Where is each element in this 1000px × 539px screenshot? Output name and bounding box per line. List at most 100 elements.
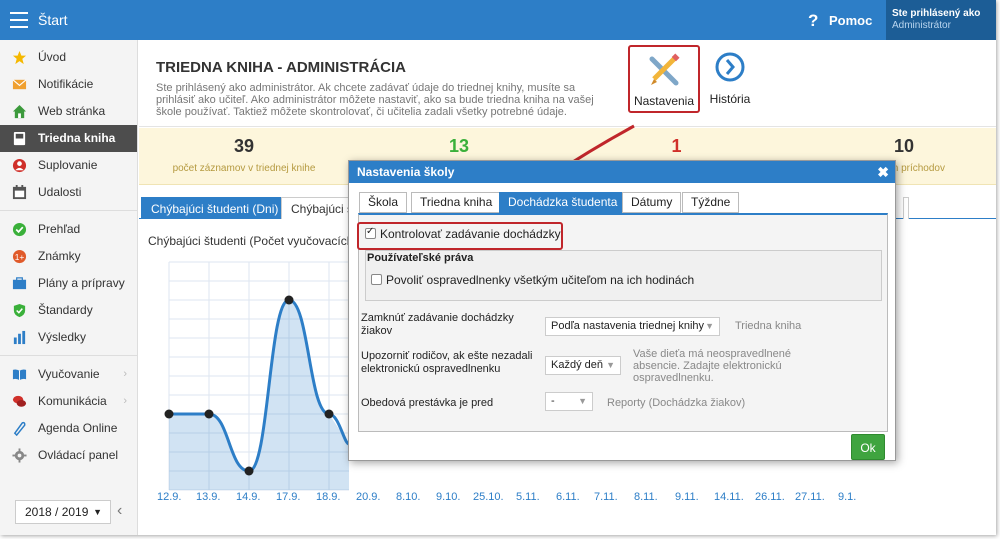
sidebar-item-label: Vyučovanie bbox=[38, 367, 100, 381]
book-icon bbox=[13, 131, 26, 146]
person-icon bbox=[12, 158, 27, 173]
allow-excuse-checkbox[interactable] bbox=[371, 274, 382, 285]
stat-value: 10 bbox=[893, 136, 915, 156]
sidebar-item-label: Ovládací panel bbox=[38, 448, 119, 462]
sidebar-item-label: Štandardy bbox=[38, 303, 93, 317]
x-tick-label: 14.11. bbox=[714, 491, 744, 503]
sidebar-item-notifikacie[interactable]: Notifikácie bbox=[0, 71, 137, 98]
chart-point bbox=[324, 409, 334, 419]
school-year-select[interactable]: 2018 / 2019 ▼ bbox=[15, 500, 111, 524]
tab-tyzdne[interactable]: Týždne bbox=[682, 192, 740, 213]
chart-point bbox=[284, 295, 294, 305]
settings-button[interactable]: Nastavenia bbox=[628, 45, 700, 113]
settings-label: Nastavenia bbox=[633, 94, 695, 108]
lock-select[interactable]: Podľa nastavenia triednej knihy ▼ bbox=[545, 317, 720, 336]
sidebar-item-ovladaci-panel[interactable]: Ovládací panel bbox=[0, 442, 137, 469]
sidebar-item-znamky[interactable]: 1+ Známky bbox=[0, 243, 137, 270]
lunch-label: Obedová prestávka je pred bbox=[361, 397, 494, 409]
sidebar-item-triedna-kniha[interactable]: Triedna kniha bbox=[0, 125, 137, 152]
envelope-icon bbox=[12, 79, 27, 90]
x-tick-label: 9.1. bbox=[838, 491, 857, 503]
sidebar-item-label: Web stránka bbox=[38, 104, 106, 118]
user-box[interactable]: Ste prihlásený ako Administrátor bbox=[886, 0, 996, 40]
notify-value: Každý deň bbox=[551, 359, 603, 371]
lunch-select[interactable]: - ▼ bbox=[545, 392, 593, 411]
sidebar-item-standardy[interactable]: Štandardy bbox=[0, 297, 137, 324]
sidebar: Úvod Notifikácie Web stránka Triedna kni… bbox=[0, 40, 138, 535]
tab-dochadzka-studenta[interactable]: Dochádzka študenta bbox=[499, 192, 627, 213]
collapse-sidebar-icon[interactable]: ‹ bbox=[117, 502, 122, 520]
gear-icon bbox=[12, 448, 27, 463]
tab-missing-days[interactable]: Chýbajúci študenti (Dni) bbox=[141, 197, 289, 219]
home-icon bbox=[12, 104, 27, 119]
lock-value: Podľa nastavenia triednej knihy bbox=[551, 320, 705, 332]
start-link[interactable]: Štart bbox=[38, 12, 68, 28]
tools-icon bbox=[649, 53, 680, 86]
notify-select[interactable]: Každý deň ▼ bbox=[545, 356, 621, 375]
history-label: História bbox=[709, 92, 751, 106]
chart-point bbox=[204, 409, 214, 419]
x-tick-label: 17.9. bbox=[276, 491, 301, 503]
x-tick-label: 13.9. bbox=[196, 491, 221, 503]
sidebar-item-label: Prehľad bbox=[38, 222, 81, 236]
pen-icon bbox=[13, 421, 26, 436]
sidebar-item-prehlad[interactable]: Prehľad bbox=[0, 216, 137, 243]
sidebar-item-vysledky[interactable]: Výsledky bbox=[0, 324, 137, 351]
stat-value: 13 bbox=[448, 136, 470, 156]
dropdown-arrow-icon: ▼ bbox=[93, 507, 102, 517]
sidebar-divider bbox=[0, 355, 137, 356]
stat-label: počet záznamov v triednej knihe bbox=[172, 163, 316, 174]
briefcase-icon bbox=[12, 277, 27, 290]
sidebar-item-uvod[interactable]: Úvod bbox=[0, 44, 137, 71]
chevron-right-icon: › bbox=[123, 368, 127, 380]
chat-icon bbox=[12, 395, 27, 407]
tab-triedna-kniha[interactable]: Triedna kniha bbox=[411, 192, 502, 213]
user-status: Ste prihlásený ako bbox=[892, 8, 981, 19]
sidebar-item-label: Výsledky bbox=[38, 330, 87, 344]
lunch-help: Reporty (Dochádzka žiakov) bbox=[607, 397, 746, 409]
sidebar-item-label: Agenda Online bbox=[38, 421, 118, 435]
hamburger-menu-icon[interactable] bbox=[10, 12, 28, 28]
sidebar-divider bbox=[0, 210, 137, 211]
sidebar-item-web-stranka[interactable]: Web stránka bbox=[0, 98, 137, 125]
svg-text:1+: 1+ bbox=[15, 252, 25, 262]
sidebar-item-udalosti[interactable]: Udalosti bbox=[0, 179, 137, 206]
grade-icon: 1+ bbox=[12, 249, 27, 264]
stat-records: 39 počet záznamov v triednej knihe bbox=[169, 136, 319, 174]
sidebar-item-vyucovanie[interactable]: Vyučovanie › bbox=[0, 361, 137, 388]
allow-excuse-row[interactable]: Povoliť ospravedlnenky všetkým učiteľom … bbox=[371, 273, 694, 287]
school-year-value: 2018 / 2019 bbox=[25, 505, 89, 519]
page-description: Ste prihlásený ako administrátor. Ak chc… bbox=[156, 82, 594, 118]
top-bar: Štart ? Pomoc Ste prihlásený ako Adminis… bbox=[0, 0, 996, 40]
sidebar-item-komunikacia[interactable]: Komunikácia › bbox=[0, 388, 137, 415]
star-icon bbox=[12, 50, 27, 65]
x-tick-label: 25.10. bbox=[473, 491, 504, 503]
help-link[interactable]: Pomoc bbox=[829, 13, 872, 28]
help-icon[interactable]: ? bbox=[808, 11, 818, 31]
lunch-value: - bbox=[551, 395, 555, 407]
sidebar-item-suplovanie[interactable]: Suplovanie bbox=[0, 152, 137, 179]
close-icon[interactable]: ✖ bbox=[877, 161, 889, 183]
lock-label: Zamknúť zadávanie dochádzky žiakov bbox=[361, 312, 514, 337]
sidebar-item-plany[interactable]: Plány a prípravy bbox=[0, 270, 137, 297]
x-tick-label: 7.11. bbox=[594, 491, 618, 503]
school-settings-dialog: Nastavenia školy ✖ Škola Triedna kniha D… bbox=[348, 160, 896, 461]
notify-help: Vaše dieťa má neospravedlnené absencie. … bbox=[633, 348, 792, 384]
x-tick-label: 9.10. bbox=[436, 491, 461, 503]
x-tick-label: 12.9. bbox=[157, 491, 182, 503]
x-tick-label: 27.11. bbox=[795, 491, 825, 503]
history-button[interactable]: História bbox=[694, 45, 766, 113]
sidebar-item-label: Úvod bbox=[38, 50, 67, 64]
stat-value: 39 bbox=[233, 136, 255, 156]
shield-icon bbox=[13, 303, 26, 318]
tab-datumy[interactable]: Dátumy bbox=[622, 192, 682, 213]
dropdown-arrow-icon: ▼ bbox=[705, 321, 714, 331]
ok-button[interactable]: Ok bbox=[851, 434, 885, 460]
user-rights-title: Používateľské práva bbox=[367, 252, 474, 264]
page-title: TRIEDNA KNIHA - ADMINISTRÁCIA bbox=[156, 59, 406, 76]
highlight-frame bbox=[357, 222, 563, 250]
dropdown-arrow-icon: ▼ bbox=[578, 396, 587, 406]
clock-icon bbox=[715, 52, 745, 82]
tab-skola[interactable]: Škola bbox=[359, 192, 408, 213]
sidebar-item-agenda-online[interactable]: Agenda Online bbox=[0, 415, 137, 442]
